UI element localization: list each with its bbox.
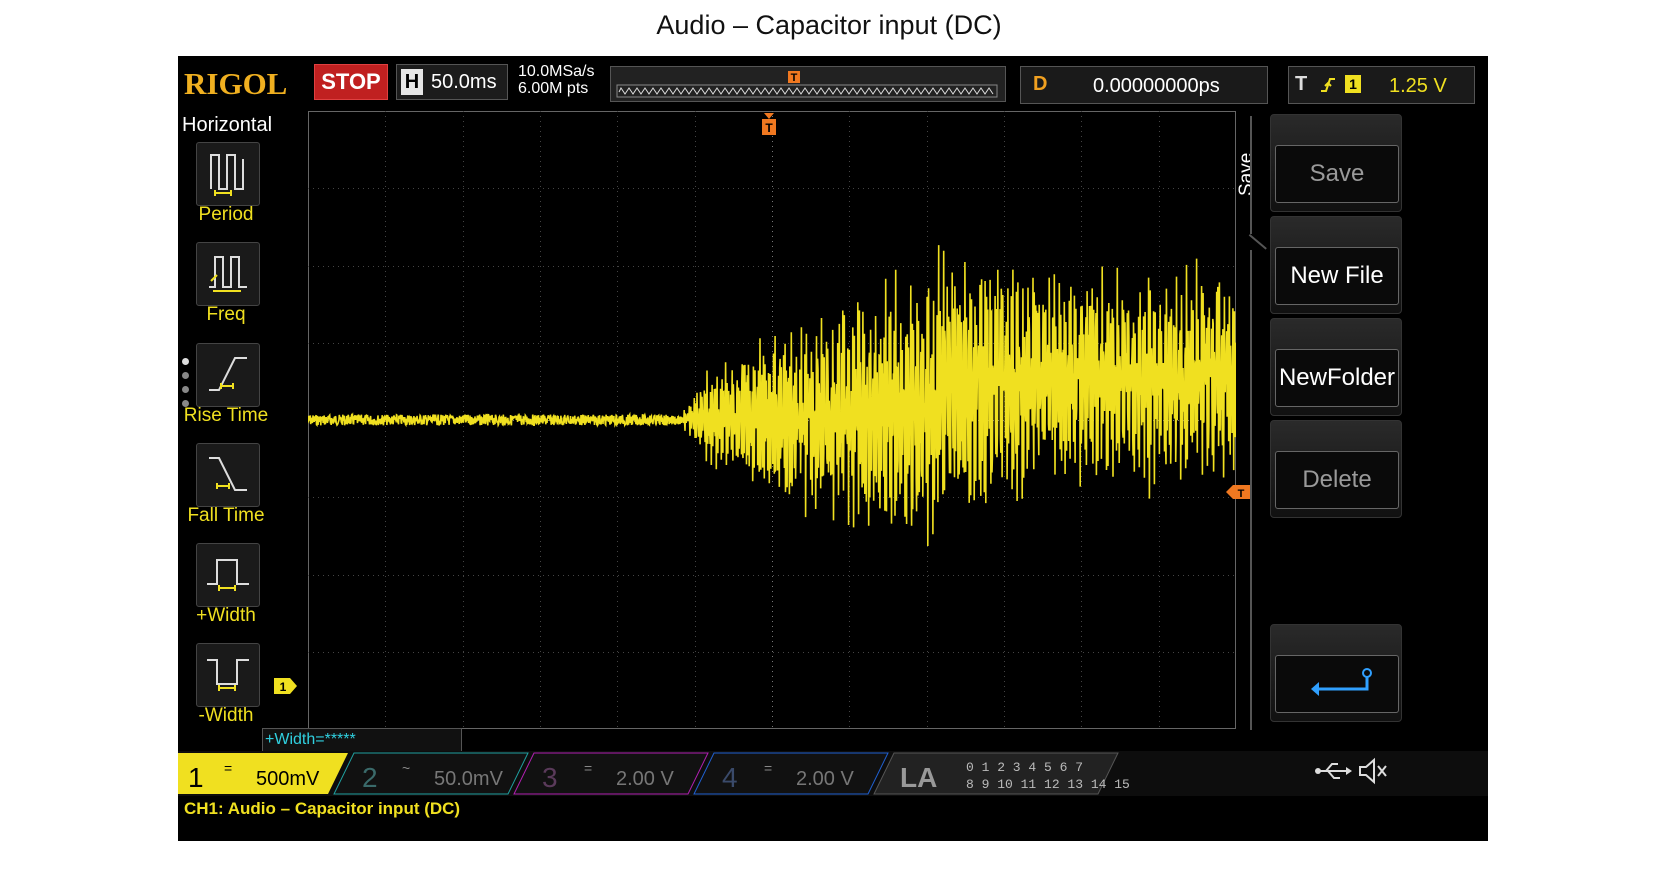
channel-label: CH1: Audio – Capacitor input (DC)	[178, 796, 620, 822]
menu-divider	[1250, 250, 1252, 730]
delete-button-label: Delete	[1275, 451, 1399, 509]
trigger-box[interactable]: T 1 1.25 V	[1288, 66, 1475, 104]
rise-time-icon	[209, 357, 247, 391]
fall-time-label: Fall Time	[187, 505, 265, 526]
memory-overview-wave: T	[616, 71, 998, 98]
svg-text:1: 1	[280, 680, 287, 694]
svg-text:Save: Save	[1236, 153, 1257, 196]
speaker-mute-icon	[1359, 757, 1387, 785]
oscilloscope-screen: RIGOL STOP H 50.0ms 10.0MSa/s 6.00M pts …	[178, 56, 1488, 841]
menu-page-dot	[182, 386, 189, 393]
la-channels-row1: 0 1 2 3 4 5 6 7	[966, 760, 1083, 775]
la-label: LA	[900, 762, 937, 793]
measurement-readout: +Width=*****	[262, 728, 462, 752]
waveform-display[interactable]: T	[307, 111, 1237, 729]
new-folder-button[interactable]: NewFolder	[1270, 318, 1402, 416]
horizontal-label: H	[401, 69, 423, 95]
ch2-scale: 50.0mV	[434, 768, 504, 790]
delete-button[interactable]: Delete	[1270, 420, 1402, 518]
trigger-level: 1.25 V	[1389, 75, 1447, 97]
save-button-label: Save	[1275, 145, 1399, 203]
memory-overview[interactable]: T	[610, 66, 1006, 102]
run-stop-indicator[interactable]: STOP	[314, 64, 388, 100]
usb-icon	[1315, 763, 1352, 779]
rise-time-label: Rise Time	[183, 405, 269, 426]
sample-info: 10.0MSa/s 6.00M pts	[518, 63, 594, 97]
new-file-button-label: New File	[1275, 247, 1399, 305]
sample-rate: 10.0MSa/s	[518, 63, 595, 80]
return-arrow-icon	[1275, 655, 1399, 713]
ch1-number: 1	[188, 762, 204, 793]
measure-frequency-button[interactable]	[196, 242, 260, 306]
delay-value: 0.00000000ps	[1093, 75, 1220, 97]
measure-period-button[interactable]	[196, 142, 260, 206]
trigger-source: 1	[1345, 75, 1361, 93]
save-button[interactable]: Save	[1270, 114, 1402, 212]
ch1-waveform-trace	[307, 245, 1237, 547]
positive-width-icon	[207, 559, 249, 591]
new-folder-button-label: NewFolder	[1275, 349, 1399, 407]
timebase-value: 50.0ms	[431, 71, 497, 93]
menu-page-dot	[182, 372, 189, 379]
frequency-icon	[209, 256, 247, 292]
new-file-button[interactable]: New File	[1270, 216, 1402, 314]
fall-time-icon	[209, 457, 247, 491]
page-title: Audio – Capacitor input (DC)	[656, 10, 1002, 40]
svg-text:T: T	[1238, 488, 1245, 500]
svg-text:T: T	[765, 121, 773, 135]
ch1-scale: 500mV	[256, 768, 320, 790]
period-label: Period	[198, 204, 254, 225]
measure-fall-time-button[interactable]	[196, 443, 260, 507]
menu-page-dot	[182, 358, 189, 365]
channel-status-bar: 1 = 500mV 2 ~ 50.0mV 3 = 2.00 V 4 = 2.00…	[178, 751, 1488, 796]
ch4-coupling: =	[764, 760, 772, 776]
horizontal-timebase[interactable]: H 50.0ms	[396, 64, 508, 100]
positive-width-label: +Width	[196, 605, 256, 626]
menu-divider	[1248, 234, 1267, 250]
return-button[interactable]	[1270, 624, 1402, 722]
measure-rise-time-button[interactable]	[196, 343, 260, 407]
svg-text:T: T	[791, 72, 798, 84]
measure-menu-title: Horizontal	[182, 114, 273, 136]
measure-positive-width-button[interactable]	[196, 543, 260, 607]
memory-depth: 6.00M pts	[518, 80, 589, 97]
trigger-label: T	[1295, 73, 1308, 95]
trigger-level-marker[interactable]: T	[1226, 484, 1250, 500]
negative-width-label: -Width	[198, 705, 254, 726]
waveform-graticule	[307, 111, 1237, 729]
channel-tabs: 1 = 500mV 2 ~ 50.0mV 3 = 2.00 V 4 = 2.00…	[178, 752, 1387, 795]
save-menu-title: Save	[1230, 150, 1260, 196]
period-icon	[210, 154, 244, 196]
measure-negative-width-button[interactable]	[196, 643, 260, 707]
ch3-number: 3	[542, 762, 558, 793]
ch2-number: 2	[362, 762, 378, 793]
la-channels-row2: 8 9 10 11 12 13 14 15	[966, 777, 1130, 792]
trigger-position-marker: T	[761, 113, 777, 139]
ch1-coupling: =	[224, 760, 232, 776]
negative-width-icon	[207, 659, 249, 691]
ch2-coupling: ~	[402, 760, 410, 776]
ch4-number: 4	[722, 762, 738, 793]
rising-edge-icon	[1321, 78, 1335, 92]
delay-label: D	[1033, 73, 1048, 95]
freq-label: Freq	[206, 304, 246, 325]
ch1-offset-marker[interactable]: 1	[274, 677, 298, 695]
ch4-scale: 2.00 V	[796, 768, 854, 790]
trigger-position-icon: T	[788, 71, 800, 84]
menu-divider	[1250, 116, 1252, 234]
delay-box[interactable]: D 0.00000000ps	[1020, 66, 1268, 104]
ch3-coupling: =	[584, 760, 592, 776]
rigol-logo: RIGOL	[184, 66, 288, 101]
ch3-scale: 2.00 V	[616, 768, 674, 790]
